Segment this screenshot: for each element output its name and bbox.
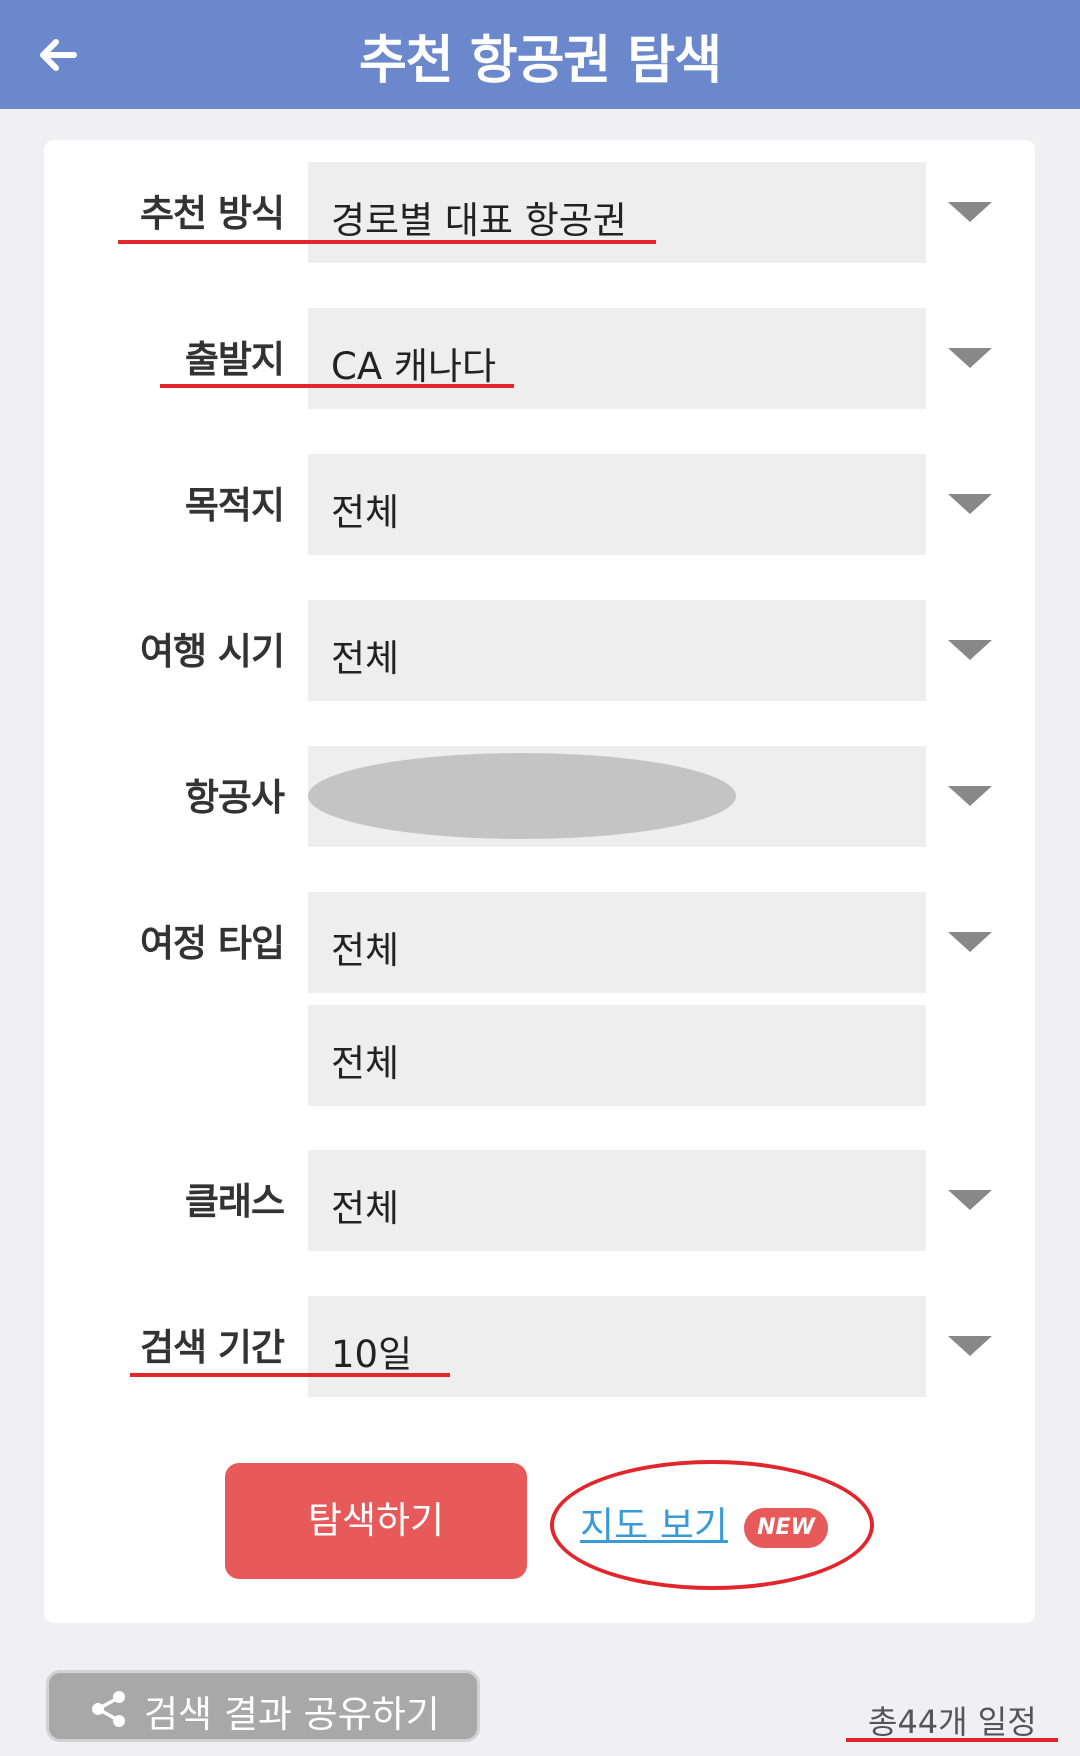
trip-type-secondary-value: 전체 <box>331 1042 400 1085</box>
class-label: 클래스 <box>184 1180 285 1223</box>
chevron-down-icon[interactable] <box>948 1190 992 1210</box>
recommend-method-select[interactable]: 경로별 대표 항공권 <box>308 162 926 263</box>
annotation-underline <box>118 240 656 244</box>
search-period-label: 검색 기간 <box>139 1326 285 1369</box>
page-title: 추천 항공권 탐색 <box>358 31 722 91</box>
chevron-down-icon[interactable] <box>948 640 992 660</box>
annotation-underline <box>160 384 514 388</box>
chevron-down-icon[interactable] <box>948 932 992 952</box>
share-results-label: 검색 결과 공유하기 <box>144 1693 440 1736</box>
class-select[interactable]: 전체 <box>308 1150 926 1251</box>
search-button[interactable]: 탐색하기 <box>225 1463 527 1579</box>
departure-select[interactable]: CA 캐나다 <box>308 308 926 409</box>
annotation-underline <box>130 1373 450 1377</box>
map-view-link[interactable]: 지도 보기 <box>580 1495 728 1549</box>
trip-type-value: 전체 <box>331 929 400 972</box>
recommend-method-value: 경로별 대표 항공권 <box>331 199 627 242</box>
chevron-down-icon[interactable] <box>948 494 992 514</box>
trip-type-secondary-select[interactable]: 전체 <box>308 1005 926 1106</box>
total-schedules-count: 총44개 일정 <box>868 1703 1037 1741</box>
redaction-blur <box>308 753 736 839</box>
trip-type-label: 여정 타입 <box>139 922 285 965</box>
destination-select[interactable]: 전체 <box>308 454 926 555</box>
destination-value: 전체 <box>331 491 400 534</box>
destination-label: 목적지 <box>184 484 285 527</box>
share-results-button[interactable]: 검색 결과 공유하기 <box>46 1670 480 1742</box>
chevron-down-icon[interactable] <box>948 348 992 368</box>
search-period-select[interactable]: 10일 <box>308 1296 926 1397</box>
chevron-down-icon[interactable] <box>948 202 992 222</box>
annotation-underline <box>846 1738 1058 1742</box>
departure-value: CA 캐나다 <box>331 345 497 388</box>
travel-period-value: 전체 <box>331 637 400 680</box>
class-value: 전체 <box>331 1187 400 1230</box>
trip-type-select[interactable]: 전체 <box>308 892 926 993</box>
recommend-method-label: 추천 방식 <box>139 192 285 235</box>
airline-label: 항공사 <box>184 776 285 819</box>
search-period-value: 10일 <box>331 1333 413 1376</box>
chevron-down-icon[interactable] <box>948 786 992 806</box>
travel-period-label: 여행 시기 <box>139 630 285 673</box>
share-icon <box>92 1691 125 1727</box>
travel-period-select[interactable]: 전체 <box>308 600 926 701</box>
new-badge: NEW <box>744 1508 828 1548</box>
departure-label: 출발지 <box>184 338 285 381</box>
chevron-down-icon[interactable] <box>948 1336 992 1356</box>
app-header: 추천 항공권 탐색 <box>0 0 1080 109</box>
